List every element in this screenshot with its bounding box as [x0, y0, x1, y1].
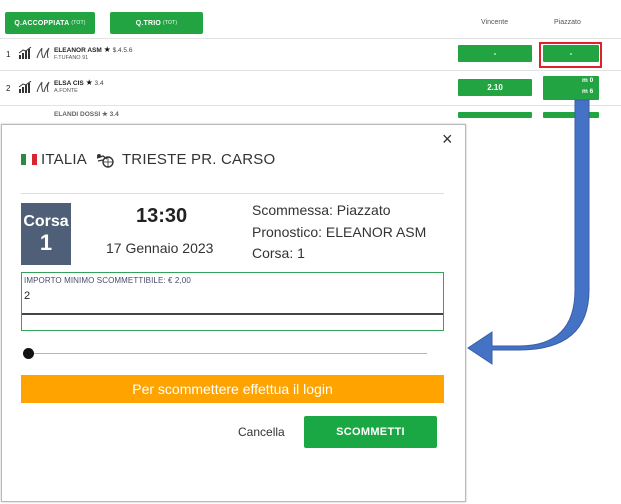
title-divider — [21, 193, 444, 194]
amount-field[interactable]: IMPORTO MINIMO SCOMMETTIBILE: € 2,00 2 — [21, 272, 444, 331]
row-2-place-odd-max: m 6 — [582, 88, 594, 95]
race-info: Corsa: 1 — [252, 245, 305, 261]
close-icon[interactable]: × — [442, 129, 453, 149]
venue-name: TRIESTE PR. CARSO — [121, 151, 276, 168]
bet-type: Scommessa: Piazzato — [252, 202, 391, 218]
row-divider — [0, 38, 621, 39]
chart-trend-icon[interactable] — [18, 47, 32, 59]
amount-slider-handle[interactable] — [23, 348, 34, 359]
row-2-win-odd-button[interactable]: 2.10 — [458, 79, 532, 96]
row-2-jockey: A.FONTE — [54, 88, 78, 94]
column-vincente: Vincente — [481, 19, 509, 26]
cancel-button[interactable]: Cancella — [238, 425, 285, 439]
row-1-number: 1 — [6, 50, 11, 59]
bet-submit-button[interactable]: SCOMMETTI — [304, 416, 437, 448]
row-2-icons — [18, 81, 50, 93]
bet-dialog: × ITALIA TRIESTE PR. CARSO Corsa 1 13:30… — [1, 124, 466, 502]
race-date: 17 Gennaio 2023 — [106, 240, 214, 256]
horse-profile-icon[interactable] — [36, 47, 50, 59]
dialog-title: ITALIA TRIESTE PR. CARSO — [21, 151, 275, 168]
star-icon: ★ — [103, 45, 111, 54]
chart-trend-icon[interactable] — [18, 81, 32, 93]
highlight-box — [539, 42, 602, 68]
country-name: ITALIA — [41, 151, 87, 168]
prediction: Pronostico: ELEANOR ASM — [252, 224, 427, 240]
quota-accoppiata-button[interactable]: Q.ACCOPPIATA (TOT) — [5, 12, 95, 34]
race-badge-label: Corsa — [23, 213, 69, 230]
amount-label: IMPORTO MINIMO SCOMMETTIBILE: € 2,00 — [24, 276, 191, 285]
row-1-win-odd-button[interactable]: - — [458, 45, 532, 62]
row-divider — [0, 70, 621, 71]
row-1-icons — [18, 47, 50, 59]
quota-accoppiata-label: Q.ACCOPPIATA — [14, 19, 70, 27]
row-3-win-odd-button[interactable] — [458, 112, 532, 118]
quota-trio-suffix: (TOT) — [163, 20, 178, 26]
row-3-partial: ELANDI DOSSI ★ 3.4 — [54, 111, 119, 118]
row-1-horse[interactable]: ELEANOR ASM ★ $.4.5.6 — [54, 45, 132, 54]
race-time: 13:30 — [136, 205, 188, 227]
quota-trio-button[interactable]: Q.TRIO (TOT) — [110, 12, 203, 34]
quota-trio-label: Q.TRIO — [135, 19, 162, 27]
trotting-cart-icon — [96, 153, 114, 168]
row-3-place-odd-button[interactable] — [543, 112, 599, 118]
race-badge-number: 1 — [39, 230, 53, 255]
row-1-horse-name: ELEANOR ASM — [54, 47, 102, 54]
row-divider — [0, 105, 621, 106]
race-badge: Corsa 1 — [21, 203, 71, 265]
row-2-performance: 3.4 — [94, 80, 104, 87]
amount-slider-track[interactable] — [29, 353, 427, 354]
row-2-horse[interactable]: ELSA CIS ★ 3.4 — [54, 78, 104, 87]
quota-accoppiata-suffix: (TOT) — [71, 20, 86, 26]
row-2-number: 2 — [6, 84, 11, 93]
login-prompt-button[interactable]: Per scommettere effettua il login — [21, 375, 444, 403]
italy-flag-icon — [21, 154, 37, 165]
amount-input[interactable]: 2 — [24, 290, 30, 302]
row-1-performance: $.4.5.6 — [112, 47, 133, 54]
row-1-jockey: F.TUFANO 91 — [54, 55, 89, 61]
amount-underline — [22, 313, 443, 315]
column-piazzato: Piazzato — [554, 19, 581, 26]
row-2-horse-name: ELSA CIS — [54, 80, 84, 87]
horse-profile-icon[interactable] — [36, 81, 50, 93]
star-icon: ★ — [85, 78, 93, 87]
race-table: Q.ACCOPPIATA (TOT) Q.TRIO (TOT) Vincente… — [0, 0, 621, 120]
row-2-place-odd-min: m 0 — [582, 77, 594, 84]
